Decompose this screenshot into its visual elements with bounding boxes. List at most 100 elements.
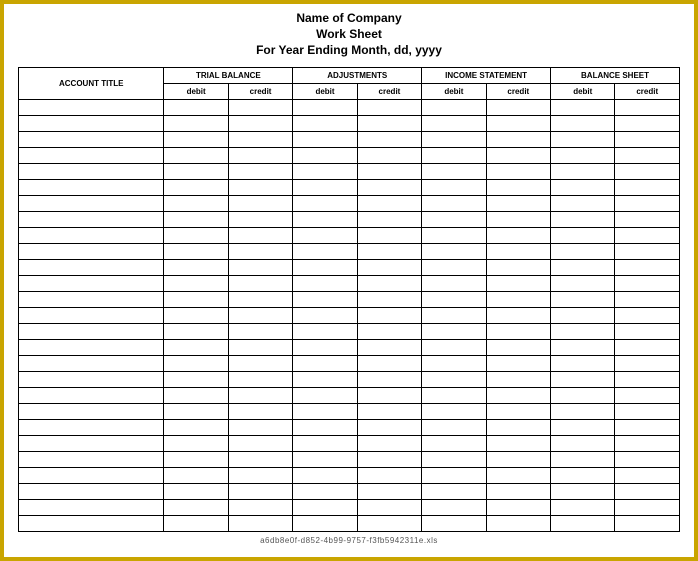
cell-tb-credit [228,163,292,179]
cell-adj-debit [293,371,357,387]
cell-account [19,323,164,339]
cell-adj-credit [357,147,421,163]
cell-is-credit [486,147,550,163]
cell-adj-credit [357,307,421,323]
cell-tb-credit [228,339,292,355]
cell-adj-credit [357,211,421,227]
cell-tb-credit [228,467,292,483]
table-row [19,419,680,435]
cell-bs-credit [615,227,680,243]
cell-tb-debit [164,291,228,307]
table-row [19,227,680,243]
cell-bs-credit [615,307,680,323]
cell-tb-debit [164,259,228,275]
cell-tb-credit [228,131,292,147]
cell-adj-debit [293,131,357,147]
cell-account [19,483,164,499]
cell-is-credit [486,259,550,275]
cell-bs-debit [551,483,615,499]
cell-bs-debit [551,275,615,291]
cell-adj-debit [293,419,357,435]
cell-tb-credit [228,435,292,451]
cell-is-credit [486,243,550,259]
cell-bs-credit [615,339,680,355]
cell-adj-debit [293,323,357,339]
cell-adj-credit [357,323,421,339]
cell-bs-credit [615,147,680,163]
cell-adj-credit [357,291,421,307]
cell-bs-credit [615,499,680,515]
cell-is-debit [422,515,486,531]
cell-tb-credit [228,515,292,531]
cell-bs-credit [615,435,680,451]
cell-tb-debit [164,371,228,387]
cell-account [19,451,164,467]
cell-tb-credit [228,179,292,195]
table-row [19,243,680,259]
table-row [19,163,680,179]
cell-adj-credit [357,115,421,131]
cell-adj-debit [293,115,357,131]
table-row [19,195,680,211]
cell-adj-debit [293,307,357,323]
cell-is-debit [422,115,486,131]
cell-bs-debit [551,387,615,403]
cell-account [19,163,164,179]
table-row [19,435,680,451]
cell-is-debit [422,307,486,323]
cell-bs-debit [551,195,615,211]
cell-adj-debit [293,99,357,115]
table-row [19,387,680,403]
cell-is-debit [422,243,486,259]
cell-adj-credit [357,419,421,435]
cell-is-debit [422,179,486,195]
cell-account [19,355,164,371]
table-row [19,211,680,227]
cell-tb-debit [164,131,228,147]
cell-bs-credit [615,419,680,435]
cell-adj-credit [357,467,421,483]
table-row [19,323,680,339]
cell-adj-credit [357,163,421,179]
cell-bs-debit [551,243,615,259]
cell-tb-debit [164,115,228,131]
col-income-statement: INCOME STATEMENT [422,67,551,83]
col-bs-debit: debit [551,83,615,99]
cell-adj-debit [293,483,357,499]
cell-bs-credit [615,243,680,259]
cell-adj-credit [357,339,421,355]
cell-tb-debit [164,403,228,419]
cell-adj-credit [357,451,421,467]
cell-tb-debit [164,387,228,403]
col-trial-balance: TRIAL BALANCE [164,67,293,83]
cell-adj-debit [293,179,357,195]
cell-adj-credit [357,179,421,195]
cell-is-debit [422,467,486,483]
cell-adj-debit [293,259,357,275]
cell-bs-debit [551,467,615,483]
cell-adj-debit [293,227,357,243]
cell-adj-credit [357,435,421,451]
cell-is-credit [486,371,550,387]
cell-bs-debit [551,435,615,451]
col-is-debit: debit [422,83,486,99]
cell-bs-debit [551,147,615,163]
cell-adj-credit [357,483,421,499]
cell-adj-credit [357,403,421,419]
cell-bs-debit [551,179,615,195]
cell-adj-credit [357,131,421,147]
cell-tb-credit [228,307,292,323]
col-tb-credit: credit [228,83,292,99]
cell-adj-credit [357,515,421,531]
cell-bs-debit [551,403,615,419]
cell-bs-debit [551,515,615,531]
cell-bs-debit [551,291,615,307]
col-is-credit: credit [486,83,550,99]
worksheet-table: ACCOUNT TITLE TRIAL BALANCE ADJUSTMENTS … [18,67,680,532]
cell-is-debit [422,227,486,243]
cell-adj-credit [357,275,421,291]
cell-account [19,387,164,403]
table-row [19,179,680,195]
cell-is-credit [486,435,550,451]
cell-is-credit [486,387,550,403]
